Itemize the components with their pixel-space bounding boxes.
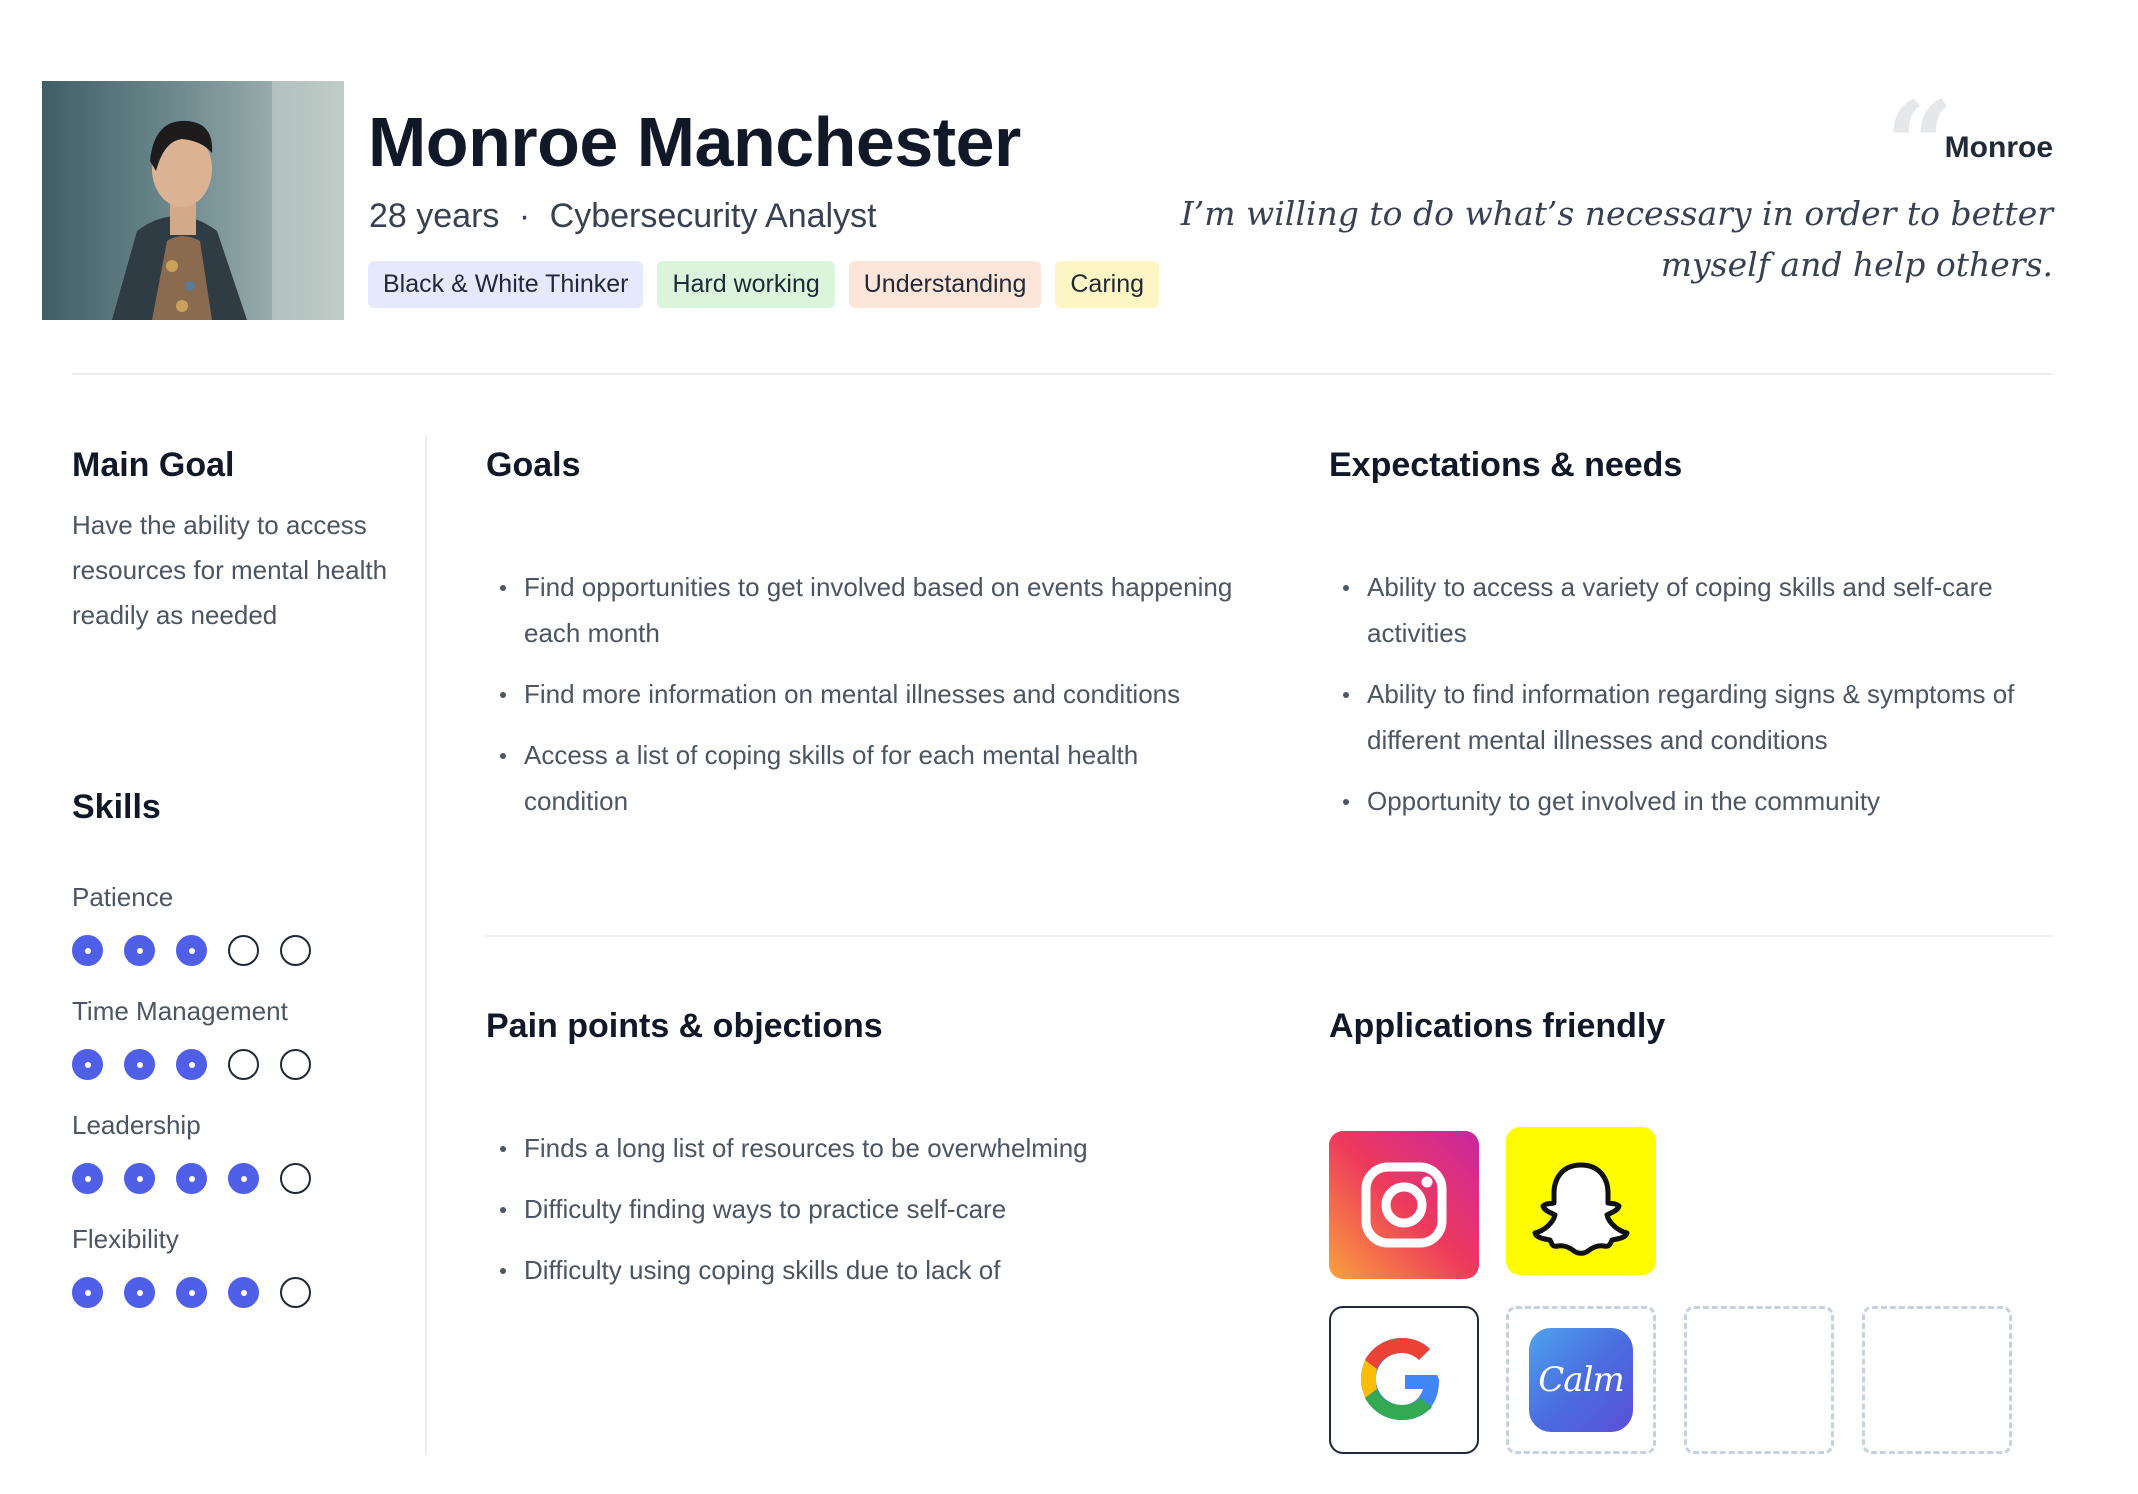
expectations-title: Expectations & needs bbox=[1329, 446, 1683, 484]
google-icon[interactable] bbox=[1329, 1306, 1479, 1454]
persona-name: Monroe Manchester bbox=[368, 103, 1021, 181]
persona-age: 28 years bbox=[369, 197, 500, 235]
applications-section: Applications friendly bbox=[1329, 1007, 1665, 1046]
rating-dot-filled bbox=[228, 1163, 259, 1194]
rating-dot-empty bbox=[228, 1049, 259, 1080]
skill-rating bbox=[72, 1049, 392, 1080]
divider bbox=[72, 373, 2053, 375]
rating-dot-filled bbox=[124, 935, 155, 966]
goals-title: Goals bbox=[486, 446, 581, 484]
rating-dot-filled bbox=[72, 935, 103, 966]
skill-row: Leadership bbox=[72, 1110, 392, 1194]
tag: Caring bbox=[1055, 261, 1160, 308]
persona-subtitle: 28 years · Cybersecurity Analyst bbox=[369, 197, 877, 236]
skill-label: Flexibility bbox=[72, 1224, 179, 1254]
rating-dot-empty bbox=[280, 1049, 311, 1080]
expectations-section: Expectations & needs Ability to access a… bbox=[1329, 446, 2064, 839]
rating-dot-filled bbox=[72, 1163, 103, 1194]
calm-slot: Calm bbox=[1506, 1306, 1656, 1454]
tag: Hard working bbox=[657, 261, 835, 308]
rating-dot-empty bbox=[280, 935, 311, 966]
subtitle-separator: · bbox=[518, 197, 531, 235]
rating-dot-filled bbox=[124, 1163, 155, 1194]
list-item: Find more information on mental illnesse… bbox=[486, 671, 1246, 717]
rating-dot-filled bbox=[228, 1277, 259, 1308]
pain-points-section: Pain points & objections Finds a long li… bbox=[486, 1007, 1246, 1308]
rating-dot-filled bbox=[124, 1277, 155, 1308]
quote-author: Monroe bbox=[1944, 131, 2053, 164]
skills-title: Skills bbox=[72, 788, 161, 826]
skills-section: Skills Patience Time Management Leadership… bbox=[72, 788, 392, 1308]
rating-dot-filled bbox=[72, 1049, 103, 1080]
quote-text: I’m willing to do what’s necessary in or… bbox=[1180, 194, 2053, 284]
skill-label: Leadership bbox=[72, 1110, 201, 1140]
goals-list: Find opportunities to get involved based… bbox=[486, 564, 1246, 824]
list-item: Difficulty using coping skills due to la… bbox=[486, 1247, 1246, 1293]
calm-label: Calm bbox=[1538, 1360, 1624, 1400]
skill-row: Flexibility bbox=[72, 1224, 392, 1308]
list-item: Find opportunities to get involved based… bbox=[486, 564, 1246, 656]
rating-dot-filled bbox=[176, 1163, 207, 1194]
empty-app-slot[interactable] bbox=[1862, 1306, 2012, 1454]
rating-dot-filled bbox=[124, 1049, 155, 1080]
list-item: Ability to access a variety of coping sk… bbox=[1329, 564, 2064, 656]
main-goal-section: Main Goal Have the ability to access res… bbox=[72, 446, 392, 638]
rating-dot-empty bbox=[228, 935, 259, 966]
list-item: Ability to find information regarding si… bbox=[1329, 671, 2064, 763]
snapchat-icon[interactable] bbox=[1506, 1127, 1656, 1275]
skill-label: Patience bbox=[72, 882, 174, 912]
rating-dot-empty bbox=[280, 1277, 311, 1308]
rating-dot-filled bbox=[176, 1049, 207, 1080]
tag: Understanding bbox=[848, 261, 1042, 308]
empty-app-slot[interactable] bbox=[1684, 1306, 1834, 1454]
applications-title: Applications friendly bbox=[1329, 1007, 1666, 1045]
rating-dot-filled bbox=[176, 1277, 207, 1308]
divider bbox=[485, 935, 2053, 937]
persona-role: Cybersecurity Analyst bbox=[549, 197, 877, 235]
skill-rating bbox=[72, 1277, 392, 1308]
list-item: Difficulty finding ways to practice self… bbox=[486, 1186, 1246, 1232]
calm-icon[interactable]: Calm bbox=[1529, 1328, 1633, 1432]
persona-tags: Black & White Thinker Hard working Under… bbox=[368, 261, 1160, 308]
rating-dot-empty bbox=[280, 1163, 311, 1194]
persona-photo bbox=[42, 81, 344, 320]
instagram-icon[interactable] bbox=[1329, 1131, 1479, 1279]
skill-row: Time Management bbox=[72, 996, 392, 1080]
main-goal-text: Have the ability to access resources for… bbox=[72, 510, 388, 630]
skill-rating bbox=[72, 935, 392, 966]
skill-row: Patience bbox=[72, 882, 392, 966]
tag: Black & White Thinker bbox=[368, 261, 644, 308]
rating-dot-filled bbox=[72, 1277, 103, 1308]
list-item: Finds a long list of resources to be ove… bbox=[486, 1125, 1246, 1171]
main-goal-title: Main Goal bbox=[72, 446, 235, 484]
skill-label: Time Management bbox=[72, 996, 288, 1026]
expectations-list: Ability to access a variety of coping sk… bbox=[1329, 564, 2064, 824]
divider bbox=[425, 435, 427, 1455]
list-item: Opportunity to get involved in the commu… bbox=[1329, 778, 2064, 824]
list-item: Access a list of coping skills of for ea… bbox=[486, 732, 1246, 824]
rating-dot-filled bbox=[176, 935, 207, 966]
goals-section: Goals Find opportunities to get involved… bbox=[486, 446, 1246, 839]
skills-list: Patience Time Management Leadership Flexibi… bbox=[72, 882, 392, 1308]
skill-rating bbox=[72, 1163, 392, 1194]
pain-points-list: Finds a long list of resources to be ove… bbox=[486, 1125, 1246, 1293]
pain-points-title: Pain points & objections bbox=[486, 1007, 883, 1045]
